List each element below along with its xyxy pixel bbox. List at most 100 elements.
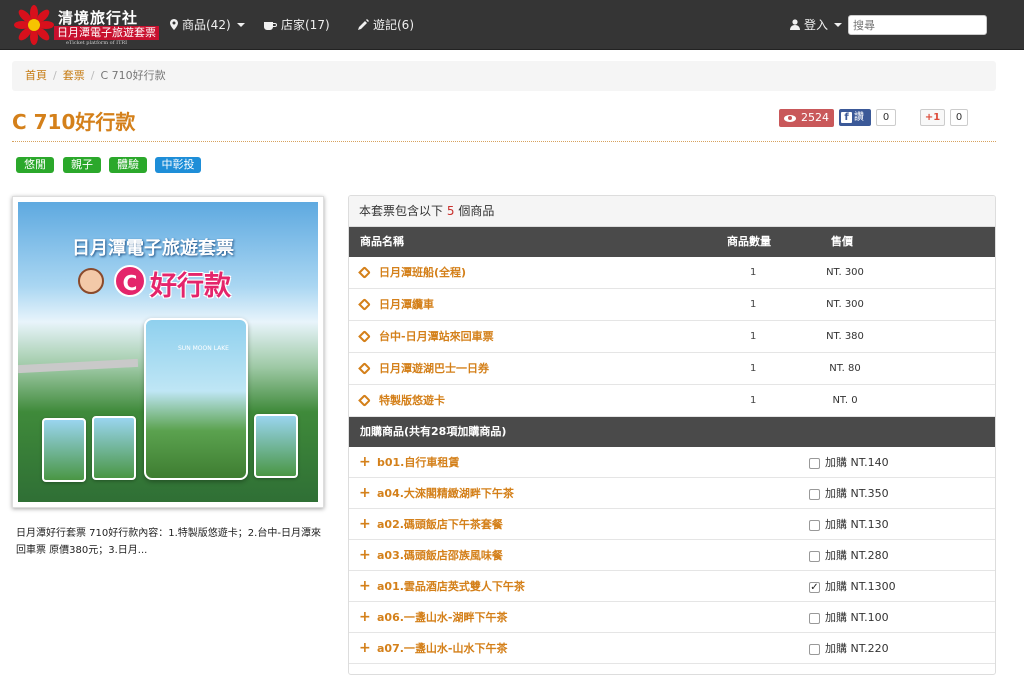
item-qty: 1	[750, 267, 757, 278]
table-row[interactable]: 日月潭纜車 1 NT. 300	[349, 289, 995, 321]
ticket-card-image	[144, 318, 248, 480]
nav-products-label: 商品(42)	[182, 18, 231, 32]
title-divider	[12, 141, 996, 142]
table-row[interactable]: 特製版悠遊卡 1 NT. 0	[349, 385, 995, 417]
addon-checkbox[interactable]	[809, 644, 820, 655]
breadcrumb-home[interactable]: 首頁	[25, 69, 47, 82]
gplus-count: 0	[950, 109, 968, 126]
brand-subtitle: 日月潭電子旅遊套票	[54, 26, 159, 40]
product-image: 日月潭電子旅遊套票 C 好行款 SUN MOON LAKE	[18, 202, 318, 502]
addon-checkbox[interactable]: ✓	[809, 582, 820, 593]
coffee-cup-icon	[264, 21, 277, 30]
item-price: NT. 0	[832, 395, 858, 406]
views-badge: 2524	[779, 109, 834, 127]
addon-row[interactable]: + a07.一盞山水-山水下午茶 加購 NT.220	[349, 633, 995, 664]
nav-stores-label: 店家(17)	[281, 18, 330, 32]
addon-name[interactable]: a04.大淶閣精緻湖畔下午茶	[377, 478, 514, 509]
addon-name[interactable]: a03.碼頭飯店邵族風味餐	[377, 540, 503, 571]
nav-stores[interactable]: 店家(17)	[264, 16, 330, 33]
nav-products[interactable]: 商品(42)	[170, 16, 245, 33]
map-marker-icon	[170, 19, 178, 30]
item-price: NT. 300	[826, 267, 864, 278]
plus-icon: +	[359, 485, 371, 501]
bridge-shape	[18, 358, 139, 374]
addon-row[interactable]: + a04.大淶閣精緻湖畔下午茶 加購 NT.350	[349, 478, 995, 509]
flower-logo-icon	[14, 5, 54, 45]
addon-checkbox[interactable]	[809, 613, 820, 624]
panel-heading: 本套票包含以下 5 個商品	[349, 196, 995, 227]
item-qty: 1	[750, 299, 757, 310]
items-table-header: 商品名稱 商品數量 售價	[349, 227, 995, 257]
addon-name[interactable]: a06.一盞山水-湖畔下午茶	[377, 602, 507, 633]
addon-row[interactable]: + a06.一盞山水-湖畔下午茶 加購 NT.100	[349, 602, 995, 633]
addon-row[interactable]: + a03.碼頭飯店邵族風味餐 加購 NT.280	[349, 540, 995, 571]
gplus-label: +1	[924, 112, 941, 123]
breadcrumb: 首頁 / 套票 / C 710好行款	[12, 61, 996, 91]
col-qty: 商品數量	[727, 235, 771, 248]
item-name[interactable]: 日月潭纜車	[379, 289, 434, 321]
addon-name[interactable]: a02.碼頭飯店下午茶套餐	[377, 509, 503, 540]
small-card-image	[254, 414, 298, 478]
card-text: SUN MOON LAKE	[178, 345, 229, 352]
addon-checkbox[interactable]	[809, 489, 820, 500]
plus-icon: +	[359, 609, 371, 625]
heading-count: 5	[446, 204, 455, 218]
facebook-like-button[interactable]: f 讚	[839, 109, 871, 126]
plus-icon: +	[359, 640, 371, 656]
addon-checkbox[interactable]	[809, 551, 820, 562]
addon-name[interactable]: b01.自行車租賃	[377, 447, 459, 478]
addon-price-label: 加購 NT.100	[825, 611, 889, 624]
addon-price-label: 加購 NT.280	[825, 549, 889, 562]
search-input[interactable]	[848, 15, 987, 35]
facebook-like-count: 0	[876, 109, 896, 126]
tag-experience[interactable]: 體驗	[109, 157, 147, 173]
item-name[interactable]: 日月潭遊湖巴士一日券	[379, 353, 489, 385]
nav-login-label: 登入	[804, 18, 829, 32]
tag-icon	[358, 394, 371, 407]
tag-leisure[interactable]: 悠閒	[16, 157, 54, 173]
nav-login[interactable]: 登入	[790, 16, 843, 33]
page-title: C 710好行款	[12, 110, 136, 134]
brand-english: eTicket platform of ITRI	[66, 40, 128, 46]
plus-icon: +	[359, 454, 371, 470]
item-price: NT. 380	[826, 331, 864, 342]
tag-family[interactable]: 親子	[63, 157, 101, 173]
tag-icon	[358, 362, 371, 375]
addon-price-label: 加購 NT.350	[825, 487, 889, 500]
small-card-image	[92, 416, 136, 480]
breadcrumb-separator: /	[53, 69, 57, 82]
gplus-button[interactable]: +1	[920, 109, 945, 126]
item-name[interactable]: 台中-日月潭站來回車票	[379, 321, 494, 353]
addon-heading: 加購商品(共有28項加購商品)	[349, 417, 995, 447]
brand-logo[interactable]: 清境旅行社 日月潭電子旅遊套票 eTicket platform of ITRI	[14, 5, 159, 46]
item-name[interactable]: 日月潭班船(全程)	[379, 257, 466, 289]
top-navbar: 清境旅行社 日月潭電子旅遊套票 eTicket platform of ITRI…	[0, 0, 1024, 50]
addon-row[interactable]: + a01.雲品酒店英式雙人下午茶 ✓ 加購 NT.1300	[349, 571, 995, 602]
table-row[interactable]: 日月潭遊湖巴士一日券 1 NT. 80	[349, 353, 995, 385]
nav-travelogues[interactable]: 遊記(6)	[358, 16, 414, 33]
tag-region[interactable]: 中彰投	[155, 157, 201, 173]
addon-name[interactable]: a01.雲品酒店英式雙人下午茶	[377, 571, 525, 602]
addon-checkbox[interactable]	[809, 458, 820, 469]
eye-icon	[784, 114, 796, 122]
product-image-frame[interactable]: 日月潭電子旅遊套票 C 好行款 SUN MOON LAKE	[12, 196, 324, 508]
package-description: 日月潭好行套票 710好行款內容：1.特製版悠遊卡；2.台中-日月潭來回車票 原…	[16, 528, 321, 556]
item-name[interactable]: 特製版悠遊卡	[379, 385, 445, 417]
addon-row[interactable]: + b01.自行車租賃 加購 NT.140	[349, 447, 995, 478]
views-count: 2524	[801, 111, 829, 124]
addon-name[interactable]: a07.一盞山水-山水下午茶	[377, 633, 507, 664]
item-qty: 1	[750, 395, 757, 406]
addon-checkbox[interactable]	[809, 520, 820, 531]
plus-icon: +	[359, 578, 371, 594]
breadcrumb-package[interactable]: 套票	[63, 69, 85, 82]
mascot-image	[78, 268, 104, 294]
chevron-down-icon	[834, 22, 843, 27]
heading-text: 本套票包含以下	[359, 204, 444, 218]
col-price: 售價	[831, 235, 853, 248]
addon-price-label: 加購 NT.1300	[825, 580, 896, 593]
table-row[interactable]: 日月潭班船(全程) 1 NT. 300	[349, 257, 995, 289]
item-price: NT. 300	[826, 299, 864, 310]
addon-row[interactable]: + a02.碼頭飯店下午茶套餐 加購 NT.130	[349, 509, 995, 540]
table-row[interactable]: 台中-日月潭站來回車票 1 NT. 380	[349, 321, 995, 353]
chevron-down-icon	[236, 22, 245, 27]
